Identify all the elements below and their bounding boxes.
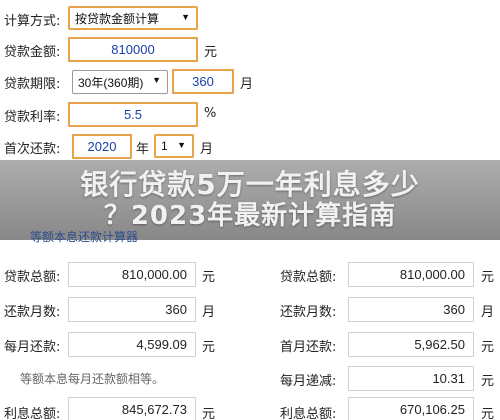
left-interest-total-unit: 元 bbox=[202, 407, 216, 420]
first-payment-month-value: 1 bbox=[161, 139, 168, 153]
right-interest-total-value: 670,106.25 bbox=[348, 397, 474, 420]
right-monthly-decrease-unit: 元 bbox=[481, 374, 495, 389]
right-loan-total-value: 810,000.00 bbox=[348, 262, 474, 287]
interest-rate-unit: % bbox=[204, 106, 217, 121]
left-loan-total-value: 810,000.00 bbox=[68, 262, 196, 287]
loan-amount-label: 贷款金额: bbox=[4, 45, 61, 60]
watermark-title-line1: 银行贷款5万一年利息多少 bbox=[80, 168, 420, 201]
watermark-title: 银行贷款5万一年利息多少 ？2023年最新计算指南 bbox=[0, 168, 500, 230]
right-monthly-decrease-label: 每月递减: bbox=[280, 374, 337, 389]
calc-method-value: 按贷款金额计算 bbox=[75, 11, 160, 26]
loan-amount-input[interactable]: 810000 bbox=[68, 37, 198, 62]
loan-amount-unit: 元 bbox=[204, 45, 218, 60]
left-months-unit: 月 bbox=[202, 305, 216, 320]
loan-calculator: { "form": { "calc_method": { "label": "计… bbox=[0, 0, 500, 420]
left-monthly-label: 每月还款: bbox=[4, 340, 61, 355]
calc-method-label: 计算方式: bbox=[4, 14, 61, 29]
left-note: 等额本息每月还款额相等。 bbox=[20, 372, 165, 386]
left-loan-total-unit: 元 bbox=[202, 270, 216, 285]
interest-rate-input[interactable]: 5.5 bbox=[68, 102, 198, 127]
first-payment-label: 首次还款: bbox=[4, 142, 61, 157]
left-loan-total-label: 贷款总额: bbox=[4, 270, 61, 285]
right-months-label: 还款月数: bbox=[280, 305, 337, 320]
equal-installment-heading: 等额本息还款计算器 bbox=[30, 230, 139, 244]
loan-months-input[interactable]: 360 bbox=[172, 69, 234, 94]
right-first-month-label: 首月还款: bbox=[280, 340, 337, 355]
first-payment-month-unit: 月 bbox=[200, 142, 214, 157]
chevron-down-icon: ▼ bbox=[181, 12, 190, 22]
right-loan-total-label: 贷款总额: bbox=[280, 270, 337, 285]
right-months-unit: 月 bbox=[481, 305, 495, 320]
right-interest-total-label: 利息总额: bbox=[280, 407, 337, 420]
left-monthly-unit: 元 bbox=[202, 340, 216, 355]
first-payment-month-select[interactable]: 1 ▼ bbox=[154, 134, 194, 158]
right-loan-total-unit: 元 bbox=[481, 270, 495, 285]
first-payment-year-input[interactable]: 2020 bbox=[72, 134, 132, 159]
chevron-down-icon: ▼ bbox=[177, 140, 186, 150]
chevron-down-icon: ▼ bbox=[152, 75, 161, 85]
right-interest-total-unit: 元 bbox=[481, 407, 495, 420]
left-interest-total-value: 845,672.73 bbox=[68, 397, 196, 420]
interest-rate-label: 贷款利率: bbox=[4, 110, 61, 125]
left-months-label: 还款月数: bbox=[4, 305, 61, 320]
loan-months-unit: 月 bbox=[240, 77, 254, 92]
loan-term-label: 贷款期限: bbox=[4, 77, 61, 92]
right-first-month-value: 5,962.50 bbox=[348, 332, 474, 357]
right-monthly-decrease-value: 10.31 bbox=[348, 366, 474, 391]
left-interest-total-label: 利息总额: bbox=[4, 407, 61, 420]
left-monthly-value: 4,599.09 bbox=[68, 332, 196, 357]
left-months-value: 360 bbox=[68, 297, 196, 322]
loan-term-select[interactable]: 30年(360期) ▼ bbox=[72, 70, 168, 94]
watermark-title-line2: ？2023年最新计算指南 bbox=[103, 201, 397, 231]
calc-method-select[interactable]: 按贷款金额计算 ▼ bbox=[68, 6, 198, 30]
loan-term-value: 30年(360期) bbox=[78, 75, 144, 90]
first-payment-year-unit: 年 bbox=[136, 142, 150, 157]
right-first-month-unit: 元 bbox=[481, 340, 495, 355]
right-months-value: 360 bbox=[348, 297, 474, 322]
